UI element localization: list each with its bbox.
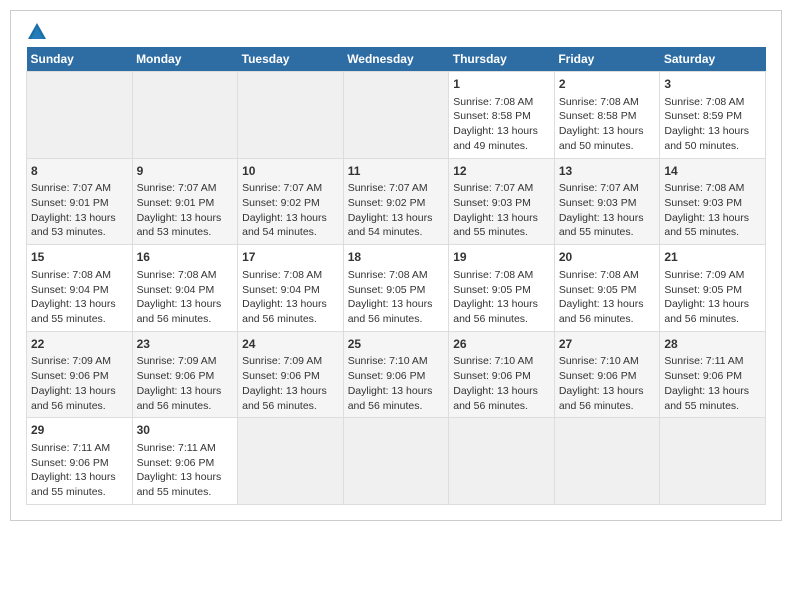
calendar-container: Sunday Monday Tuesday Wednesday Thursday… bbox=[10, 10, 782, 521]
calendar-cell: 13Sunrise: 7:07 AM Sunset: 9:03 PM Dayli… bbox=[554, 158, 660, 245]
calendar-cell bbox=[238, 418, 344, 505]
day-number: 29 bbox=[31, 422, 128, 439]
day-number: 19 bbox=[453, 249, 550, 266]
calendar-cell: 9Sunrise: 7:07 AM Sunset: 9:01 PM Daylig… bbox=[132, 158, 238, 245]
day-number: 30 bbox=[137, 422, 234, 439]
day-number: 13 bbox=[559, 163, 656, 180]
week-row-2: 8Sunrise: 7:07 AM Sunset: 9:01 PM Daylig… bbox=[27, 158, 766, 245]
col-friday: Friday bbox=[554, 47, 660, 72]
calendar-cell bbox=[238, 72, 344, 159]
day-number: 2 bbox=[559, 76, 656, 93]
calendar-cell: 23Sunrise: 7:09 AM Sunset: 9:06 PM Dayli… bbox=[132, 331, 238, 418]
day-number: 17 bbox=[242, 249, 339, 266]
day-number: 24 bbox=[242, 336, 339, 353]
calendar-cell: 30Sunrise: 7:11 AM Sunset: 9:06 PM Dayli… bbox=[132, 418, 238, 505]
calendar-cell: 8Sunrise: 7:07 AM Sunset: 9:01 PM Daylig… bbox=[27, 158, 133, 245]
week-row-4: 22Sunrise: 7:09 AM Sunset: 9:06 PM Dayli… bbox=[27, 331, 766, 418]
day-number: 28 bbox=[664, 336, 761, 353]
calendar-cell: 14Sunrise: 7:08 AM Sunset: 9:03 PM Dayli… bbox=[660, 158, 766, 245]
col-thursday: Thursday bbox=[449, 47, 555, 72]
calendar-cell: 18Sunrise: 7:08 AM Sunset: 9:05 PM Dayli… bbox=[343, 245, 449, 332]
calendar-cell: 3Sunrise: 7:08 AM Sunset: 8:59 PM Daylig… bbox=[660, 72, 766, 159]
column-headers: Sunday Monday Tuesday Wednesday Thursday… bbox=[27, 47, 766, 72]
calendar-cell: 12Sunrise: 7:07 AM Sunset: 9:03 PM Dayli… bbox=[449, 158, 555, 245]
calendar-cell: 21Sunrise: 7:09 AM Sunset: 9:05 PM Dayli… bbox=[660, 245, 766, 332]
calendar-cell: 19Sunrise: 7:08 AM Sunset: 9:05 PM Dayli… bbox=[449, 245, 555, 332]
calendar-cell: 2Sunrise: 7:08 AM Sunset: 8:58 PM Daylig… bbox=[554, 72, 660, 159]
day-number: 1 bbox=[453, 76, 550, 93]
calendar-cell: 25Sunrise: 7:10 AM Sunset: 9:06 PM Dayli… bbox=[343, 331, 449, 418]
calendar-cell: 29Sunrise: 7:11 AM Sunset: 9:06 PM Dayli… bbox=[27, 418, 133, 505]
col-monday: Monday bbox=[132, 47, 238, 72]
day-number: 12 bbox=[453, 163, 550, 180]
day-number: 27 bbox=[559, 336, 656, 353]
calendar-cell bbox=[132, 72, 238, 159]
calendar-cell: 16Sunrise: 7:08 AM Sunset: 9:04 PM Dayli… bbox=[132, 245, 238, 332]
calendar-table: Sunday Monday Tuesday Wednesday Thursday… bbox=[26, 47, 766, 505]
week-row-1: 1Sunrise: 7:08 AM Sunset: 8:58 PM Daylig… bbox=[27, 72, 766, 159]
calendar-cell: 10Sunrise: 7:07 AM Sunset: 9:02 PM Dayli… bbox=[238, 158, 344, 245]
week-row-5: 29Sunrise: 7:11 AM Sunset: 9:06 PM Dayli… bbox=[27, 418, 766, 505]
calendar-cell: 24Sunrise: 7:09 AM Sunset: 9:06 PM Dayli… bbox=[238, 331, 344, 418]
calendar-cell: 26Sunrise: 7:10 AM Sunset: 9:06 PM Dayli… bbox=[449, 331, 555, 418]
week-row-3: 15Sunrise: 7:08 AM Sunset: 9:04 PM Dayli… bbox=[27, 245, 766, 332]
day-number: 3 bbox=[664, 76, 761, 93]
col-saturday: Saturday bbox=[660, 47, 766, 72]
calendar-cell: 15Sunrise: 7:08 AM Sunset: 9:04 PM Dayli… bbox=[27, 245, 133, 332]
day-number: 21 bbox=[664, 249, 761, 266]
calendar-cell: 1Sunrise: 7:08 AM Sunset: 8:58 PM Daylig… bbox=[449, 72, 555, 159]
day-number: 14 bbox=[664, 163, 761, 180]
logo-icon bbox=[26, 21, 48, 43]
calendar-cell: 22Sunrise: 7:09 AM Sunset: 9:06 PM Dayli… bbox=[27, 331, 133, 418]
calendar-cell: 11Sunrise: 7:07 AM Sunset: 9:02 PM Dayli… bbox=[343, 158, 449, 245]
calendar-cell bbox=[343, 72, 449, 159]
logo bbox=[26, 21, 56, 43]
day-number: 15 bbox=[31, 249, 128, 266]
col-wednesday: Wednesday bbox=[343, 47, 449, 72]
day-number: 8 bbox=[31, 163, 128, 180]
header bbox=[26, 21, 766, 43]
calendar-cell bbox=[343, 418, 449, 505]
calendar-cell bbox=[449, 418, 555, 505]
col-tuesday: Tuesday bbox=[238, 47, 344, 72]
calendar-cell bbox=[554, 418, 660, 505]
day-number: 16 bbox=[137, 249, 234, 266]
day-number: 22 bbox=[31, 336, 128, 353]
calendar-cell: 17Sunrise: 7:08 AM Sunset: 9:04 PM Dayli… bbox=[238, 245, 344, 332]
calendar-cell: 20Sunrise: 7:08 AM Sunset: 9:05 PM Dayli… bbox=[554, 245, 660, 332]
col-sunday: Sunday bbox=[27, 47, 133, 72]
day-number: 23 bbox=[137, 336, 234, 353]
calendar-cell: 28Sunrise: 7:11 AM Sunset: 9:06 PM Dayli… bbox=[660, 331, 766, 418]
day-number: 25 bbox=[348, 336, 445, 353]
calendar-cell: 27Sunrise: 7:10 AM Sunset: 9:06 PM Dayli… bbox=[554, 331, 660, 418]
day-number: 9 bbox=[137, 163, 234, 180]
day-number: 18 bbox=[348, 249, 445, 266]
calendar-cell bbox=[27, 72, 133, 159]
day-number: 10 bbox=[242, 163, 339, 180]
day-number: 20 bbox=[559, 249, 656, 266]
day-number: 26 bbox=[453, 336, 550, 353]
day-number: 11 bbox=[348, 163, 445, 180]
calendar-cell bbox=[660, 418, 766, 505]
